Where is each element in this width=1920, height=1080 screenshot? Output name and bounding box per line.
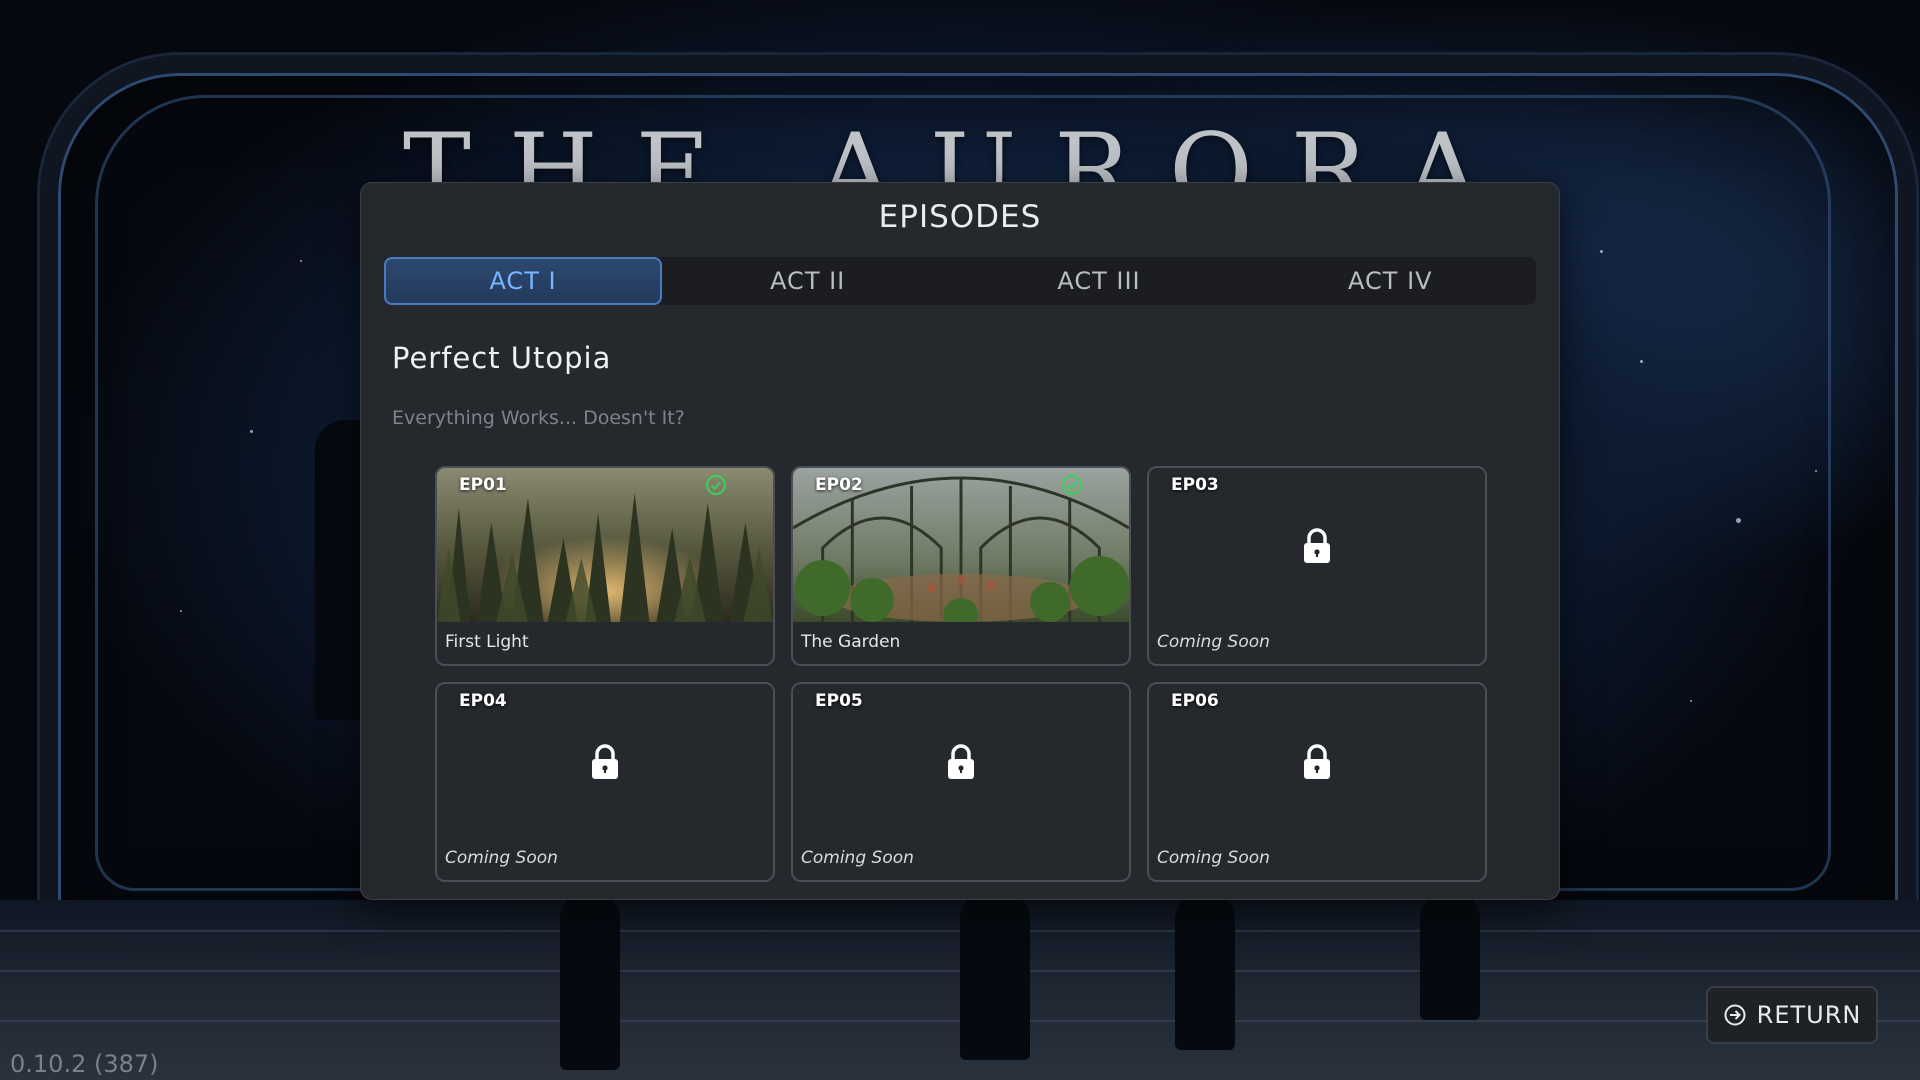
completed-check-icon	[1062, 475, 1082, 495]
episode-card-ep06[interactable]: EP06 Coming Soon	[1147, 682, 1487, 882]
tab-act-1[interactable]: ACT I	[384, 257, 662, 305]
tab-act-4[interactable]: ACT IV	[1245, 257, 1536, 305]
episode-code: EP02	[815, 475, 863, 495]
lock-icon	[592, 744, 618, 779]
completed-check-icon	[706, 475, 726, 495]
episode-card-ep02[interactable]: EP02 The Garden	[791, 466, 1131, 666]
episode-code: EP01	[459, 475, 507, 495]
episode-code: EP06	[1171, 691, 1219, 711]
episode-name: Coming Soon	[445, 848, 558, 868]
episode-name: Coming Soon	[801, 848, 914, 868]
episode-code: EP04	[459, 691, 507, 711]
return-button[interactable]: RETURN	[1706, 986, 1878, 1044]
game-screen: THE AURORA CHRONICLES EPISODES ACT I ACT…	[0, 0, 1920, 1080]
episode-name: The Garden	[801, 632, 901, 652]
act-title: Perfect Utopia	[392, 341, 612, 375]
lock-icon	[948, 744, 974, 779]
episode-code: EP03	[1171, 475, 1219, 495]
return-label: RETURN	[1756, 1001, 1862, 1029]
episode-grid: EP01 First Light EP02 The Garden EP03 Co…	[435, 466, 1487, 882]
episode-name: Coming Soon	[1157, 848, 1270, 868]
return-arrow-icon	[1724, 1004, 1746, 1026]
panel-title: EPISODES	[878, 199, 1042, 235]
tab-act-2[interactable]: ACT II	[662, 257, 953, 305]
episode-code: EP05	[815, 691, 863, 711]
version-label: 0.10.2 (387)	[10, 1050, 159, 1078]
episode-card-ep03[interactable]: EP03 Coming Soon	[1147, 466, 1487, 666]
act-subtitle: Everything Works... Doesn't It?	[392, 407, 685, 429]
episode-name: First Light	[445, 632, 529, 652]
episode-name: Coming Soon	[1157, 632, 1270, 652]
lock-icon	[1304, 528, 1330, 563]
episode-card-ep05[interactable]: EP05 Coming Soon	[791, 682, 1131, 882]
episode-card-ep04[interactable]: EP04 Coming Soon	[435, 682, 775, 882]
lock-icon	[1304, 744, 1330, 779]
episodes-panel: EPISODES ACT I ACT II ACT III ACT IV Per…	[360, 182, 1560, 900]
episode-card-ep01[interactable]: EP01 First Light	[435, 466, 775, 666]
tab-act-3[interactable]: ACT III	[953, 257, 1244, 305]
act-tabs: ACT I ACT II ACT III ACT IV	[384, 257, 1536, 305]
